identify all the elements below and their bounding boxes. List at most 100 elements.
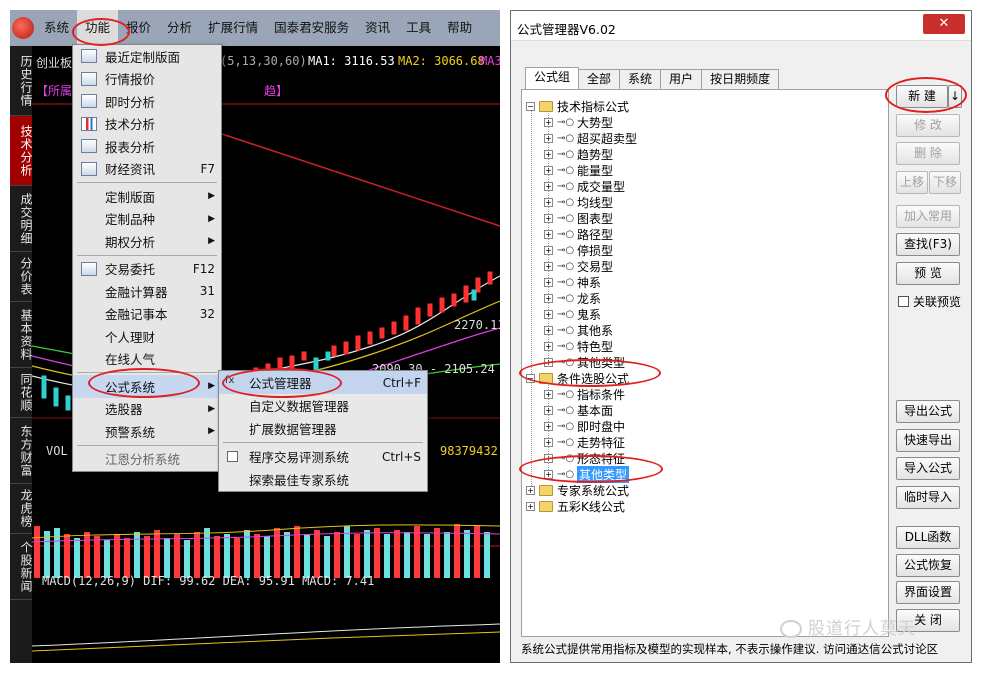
expand-icon[interactable]: + [544, 261, 553, 271]
tree-node-child[interactable]: + ⊸○ 能量型 [544, 162, 613, 178]
tree-node-child[interactable]: + ⊸○ 走势特征 [544, 434, 625, 450]
tree-node-technical-indicators[interactable]: − 技术指标公式 [526, 98, 629, 114]
menu-item-calculator[interactable]: 金融计算器 31 [73, 280, 221, 303]
menu-item-quotes[interactable]: 行情报价 [73, 68, 221, 91]
menu-item-custom-product[interactable]: 定制品种 ▶ [73, 208, 221, 231]
import-formula-button[interactable]: 导入公式 [896, 457, 960, 480]
formula-tree[interactable]: − 技术指标公式 + ⊸○ 大势型 + ⊸○ 超买超卖型 + ⊸○ 趋势型 + ⊸○ 能量型 + ⊸… [521, 89, 889, 637]
expand-icon[interactable]: + [544, 197, 553, 207]
tree-node-child-selected[interactable]: + ⊸○ 其他类型 [544, 465, 630, 483]
tree-node-child[interactable]: + ⊸○ 其他类型 [544, 354, 625, 370]
menu-item-stock-picker[interactable]: 选股器 ▶ [73, 398, 221, 421]
tree-node-child[interactable]: + ⊸○ 龙系 [544, 290, 601, 306]
side-tab-history[interactable]: 历史行情 [10, 46, 33, 116]
expand-icon[interactable]: + [544, 309, 553, 319]
expand-icon[interactable]: + [544, 213, 553, 223]
side-tab-ths[interactable]: 同花顺 [10, 368, 33, 418]
expand-icon[interactable]: + [544, 165, 553, 175]
collapse-icon[interactable]: − [526, 101, 535, 111]
menu-item-finance-news[interactable]: 财经资讯 F7 [73, 158, 221, 181]
find-button[interactable]: 查找(F3) [896, 233, 960, 256]
expand-icon[interactable]: + [544, 133, 553, 143]
expand-icon[interactable]: + [544, 245, 553, 255]
expand-icon[interactable]: + [544, 389, 553, 399]
modify-button[interactable]: 修 改 [896, 114, 960, 137]
side-tab-profile[interactable]: 基本资料 [10, 302, 33, 368]
menu-item-technical[interactable]: 技术分析 [73, 113, 221, 136]
expand-icon[interactable]: + [544, 405, 553, 415]
tree-node-child[interactable]: + ⊸○ 大势型 [544, 114, 613, 130]
submenu-item-custom-data-manager[interactable]: 自定义数据管理器 [219, 394, 427, 417]
tab-system[interactable]: 系统 [619, 69, 662, 89]
tab-formula-group[interactable]: 公式组 [525, 67, 580, 89]
menu-item-custom-layout[interactable]: 定制版面 ▶ [73, 185, 221, 208]
tree-node-child[interactable]: + ⊸○ 超买超卖型 [544, 130, 637, 146]
tree-node-child[interactable]: + ⊸○ 特色型 [544, 338, 613, 354]
submenu-item-program-trading[interactable]: 程序交易评测系统 Ctrl+S [219, 445, 427, 468]
expand-icon[interactable]: + [526, 501, 535, 511]
side-tab-price-table[interactable]: 分价表 [10, 252, 33, 302]
tree-node-child[interactable]: + ⊸○ 神系 [544, 274, 601, 290]
menu-item-notebook[interactable]: 金融记事本 32 [73, 303, 221, 326]
tab-user[interactable]: 用户 [660, 69, 703, 89]
expand-icon[interactable]: + [544, 229, 553, 239]
ui-settings-button[interactable]: 界面设置 [896, 581, 960, 604]
menu-function[interactable]: 功能 [77, 10, 119, 46]
tree-node-child[interactable]: + ⊸○ 路径型 [544, 226, 613, 242]
submenu-item-ext-data-manager[interactable]: 扩展数据管理器 [219, 417, 427, 440]
new-formula-dropdown-button[interactable]: ↓ [948, 85, 962, 108]
tree-node-child[interactable]: + ⊸○ 图表型 [544, 210, 613, 226]
menu-system[interactable]: 系统 [36, 10, 77, 46]
menu-news[interactable]: 资讯 [357, 10, 398, 46]
tree-node-child[interactable]: + ⊸○ 形态特征 [544, 450, 625, 466]
export-formula-button[interactable]: 导出公式 [896, 400, 960, 423]
menu-item-recent-layout[interactable]: 最近定制版面 [73, 45, 221, 68]
tree-node-child[interactable]: + ⊸○ 趋势型 [544, 146, 613, 162]
collapse-icon[interactable]: − [526, 373, 535, 383]
tree-node-child[interactable]: + ⊸○ 其他系 [544, 322, 613, 338]
expand-icon[interactable]: + [544, 437, 553, 447]
expand-icon[interactable]: + [526, 485, 535, 495]
menu-quote[interactable]: 报价 [118, 10, 159, 46]
side-tab-trades[interactable]: 成交明细 [10, 186, 33, 252]
menu-item-gann-analysis[interactable]: 江恩分析系统 [73, 448, 221, 471]
formula-restore-button[interactable]: 公式恢复 [896, 554, 960, 577]
tree-node-child[interactable]: + ⊸○ 停损型 [544, 242, 613, 258]
menu-item-trade-order[interactable]: 交易委托 F12 [73, 258, 221, 281]
expand-icon[interactable]: + [544, 357, 553, 367]
close-button[interactable]: ✕ [923, 14, 965, 34]
expand-icon[interactable]: + [544, 117, 553, 127]
add-to-common-button[interactable]: 加入常用 [896, 205, 960, 228]
expand-icon[interactable]: + [544, 149, 553, 159]
tree-node-child[interactable]: + ⊸○ 指标条件 [544, 386, 625, 402]
tree-node-child[interactable]: + ⊸○ 均线型 [544, 194, 613, 210]
menu-item-formula-system[interactable]: 公式系统 ▶ [73, 375, 221, 398]
tree-node-condition-stock-picking[interactable]: − 条件选股公式 [526, 370, 629, 386]
temp-import-button[interactable]: 临时导入 [896, 486, 960, 509]
submenu-item-expert-system[interactable]: 探索最佳专家系统 [219, 468, 427, 491]
menu-item-online-popularity[interactable]: 在线人气 [73, 348, 221, 371]
expand-icon[interactable]: + [544, 341, 553, 351]
side-tab-technical[interactable]: 技术分析 [10, 116, 33, 186]
tab-by-frequency[interactable]: 按日期频度 [701, 69, 780, 89]
menu-analysis[interactable]: 分析 [159, 10, 200, 46]
menu-item-alert-system[interactable]: 预警系统 ▶ [73, 420, 221, 443]
side-tab-stock-news[interactable]: 个股新闻 [10, 534, 33, 600]
menu-help[interactable]: 帮助 [439, 10, 480, 46]
tree-node-child[interactable]: + ⊸○ 基本面 [544, 402, 613, 418]
move-down-button[interactable]: 下移 [929, 171, 961, 194]
delete-button[interactable]: 删 除 [896, 142, 960, 165]
preview-button[interactable]: 预 览 [896, 262, 960, 285]
tree-node-color-kline[interactable]: + 五彩K线公式 [526, 498, 625, 514]
move-up-button[interactable]: 上移 [896, 171, 928, 194]
submenu-item-formula-manager[interactable]: fx 公式管理器 Ctrl+F [219, 371, 427, 394]
menu-tools[interactable]: 工具 [398, 10, 439, 46]
side-tab-dragon-tiger[interactable]: 龙虎榜 [10, 484, 33, 534]
tree-node-child[interactable]: + ⊸○ 即时盘中 [544, 418, 625, 434]
expand-icon[interactable]: + [544, 453, 553, 463]
menu-item-personal-finance[interactable]: 个人理财 [73, 325, 221, 348]
expand-icon[interactable]: + [544, 469, 553, 479]
dll-functions-button[interactable]: DLL函数 [896, 526, 960, 549]
quick-export-button[interactable]: 快速导出 [896, 429, 960, 452]
menu-item-option-analysis[interactable]: 期权分析 ▶ [73, 230, 221, 253]
